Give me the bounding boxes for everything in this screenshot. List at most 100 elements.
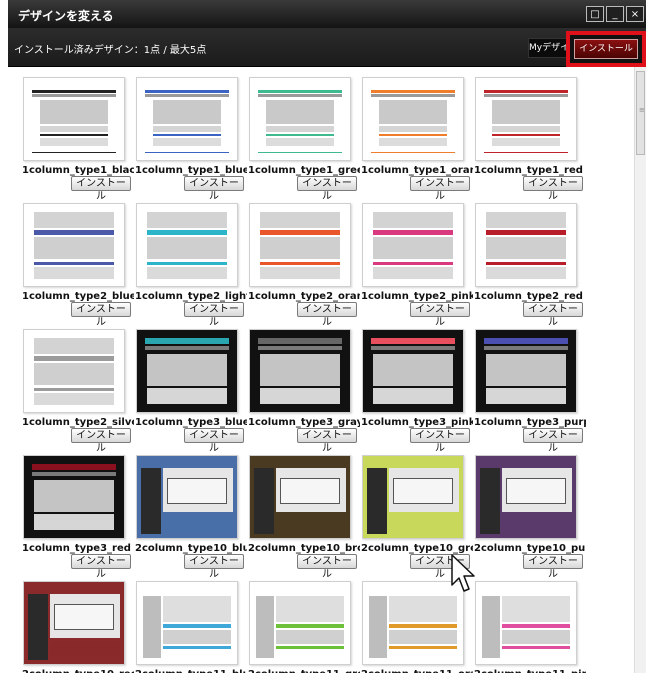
- design-card[interactable]: 1column_type2_red インストール: [473, 203, 585, 328]
- design-thumbnail[interactable]: [136, 77, 238, 161]
- window-title: デザインを変える: [18, 9, 114, 23]
- design-thumbnail[interactable]: [362, 203, 464, 287]
- design-card[interactable]: 1column_type1_green インストール: [247, 77, 360, 202]
- install-button[interactable]: インストール: [523, 302, 583, 328]
- design-name: 2column_type11_blue: [135, 669, 247, 673]
- design-thumbnail[interactable]: [23, 455, 125, 539]
- design-card[interactable]: 1column_type2_silver インストール: [21, 329, 134, 454]
- design-card[interactable]: 2column_type11_greenインストール: [247, 581, 360, 673]
- design-card[interactable]: 1column_type3_red インストール: [21, 455, 133, 580]
- design-name: 1column_type2_blue: [22, 291, 134, 302]
- design-thumbnail[interactable]: [136, 329, 238, 413]
- install-button[interactable]: インストール: [184, 176, 244, 202]
- install-button[interactable]: インストール: [523, 428, 583, 454]
- design-thumbnail[interactable]: [136, 455, 238, 539]
- design-card[interactable]: 1column_type2_pink インストール: [360, 203, 473, 328]
- install-button[interactable]: インストール: [184, 554, 244, 580]
- design-card[interactable]: 2column_type10_purpleインストール: [473, 455, 586, 580]
- design-card[interactable]: 2column_type10_blue インストール: [134, 455, 247, 580]
- design-thumbnail[interactable]: [136, 203, 238, 287]
- design-card[interactable]: 1column_type1_orangeインストール: [360, 77, 473, 202]
- install-button[interactable]: インストール: [71, 302, 131, 328]
- title-bar[interactable]: デザインを変える □ _ ×: [8, 0, 646, 28]
- design-thumbnail[interactable]: [23, 329, 125, 413]
- design-card[interactable]: 1column_type1_blue インストール: [134, 77, 247, 202]
- design-name: 2column_type10_red: [22, 669, 134, 673]
- install-button[interactable]: インストール: [184, 428, 244, 454]
- install-button[interactable]: インストール: [297, 554, 357, 580]
- mouse-pointer-icon: [451, 554, 475, 592]
- design-card[interactable]: 2column_type10_brownインストール: [247, 455, 360, 580]
- design-card[interactable]: 1column_type2_orangeインストール: [247, 203, 360, 328]
- design-card[interactable]: 1column_type3_blue インストール: [134, 329, 247, 454]
- design-name: 2column_type11_green: [248, 669, 360, 673]
- design-thumbnail[interactable]: [249, 329, 351, 413]
- design-name: 1column_type1_black: [22, 165, 134, 176]
- restore-button[interactable]: □: [586, 6, 604, 22]
- install-button[interactable]: インストール: [410, 428, 470, 454]
- minimize-button[interactable]: _: [606, 6, 624, 22]
- design-card[interactable]: 1column_type1_red インストール: [473, 77, 585, 202]
- design-card[interactable]: 2column_type10_redインストール: [21, 581, 134, 673]
- design-card[interactable]: 1column_type2_blue インストール: [21, 203, 134, 328]
- design-name: 1column_type2_orange: [248, 291, 360, 302]
- design-card[interactable]: 1column_type3_gray インストール: [247, 329, 360, 454]
- design-thumbnail[interactable]: [249, 581, 351, 665]
- installed-count-text: インストール済みデザイン：1点 / 最大5点: [14, 45, 207, 56]
- design-name: 1column_type2_lightblue: [135, 291, 247, 302]
- install-status-bar: インストール済みデザイン：1点 / 最大5点 Myデザイン インストール: [8, 28, 646, 67]
- install-button[interactable]: インストール: [297, 176, 357, 202]
- tab-install[interactable]: インストール: [574, 39, 638, 59]
- design-thumbnail[interactable]: [475, 77, 577, 161]
- install-button[interactable]: インストール: [184, 302, 244, 328]
- design-card[interactable]: 1column_type1_black インストール: [21, 77, 134, 202]
- design-thumbnail[interactable]: [475, 329, 577, 413]
- design-thumbnail[interactable]: [475, 581, 577, 665]
- design-card[interactable]: 2column_type11_blueインストール: [134, 581, 247, 673]
- install-button[interactable]: インストール: [523, 176, 583, 202]
- design-thumbnail[interactable]: [475, 203, 577, 287]
- design-thumbnail[interactable]: [249, 77, 351, 161]
- design-card[interactable]: 1column_type2_lightblueインストール: [134, 203, 247, 328]
- design-name: 1column_type2_red: [474, 291, 583, 302]
- design-thumbnail[interactable]: [249, 203, 351, 287]
- design-thumbnail[interactable]: [362, 455, 464, 539]
- scrollbar-thumb[interactable]: ≡: [636, 71, 645, 155]
- install-button[interactable]: インストール: [410, 302, 470, 328]
- install-button[interactable]: インストール: [297, 302, 357, 328]
- design-name: 2column_type10_brown: [248, 543, 360, 554]
- design-thumbnail[interactable]: [136, 581, 238, 665]
- design-name: 1column_type2_pink: [361, 291, 473, 302]
- design-thumbnail[interactable]: [475, 455, 577, 539]
- install-button[interactable]: インストール: [71, 176, 131, 202]
- design-thumbnail[interactable]: [362, 77, 464, 161]
- grip-icon: ≡: [639, 106, 645, 114]
- install-button[interactable]: インストール: [71, 554, 131, 580]
- vertical-scrollbar[interactable]: ≡: [634, 67, 646, 673]
- design-name: 1column_type3_pink: [361, 417, 473, 428]
- install-button[interactable]: インストール: [297, 428, 357, 454]
- design-name: 1column_type3_purple: [474, 417, 586, 428]
- design-grid: 1column_type1_black インストール 1column_type1_…: [8, 67, 634, 673]
- design-card[interactable]: 1column_type3_purpleインストール: [473, 329, 586, 454]
- design-thumbnail[interactable]: [23, 77, 125, 161]
- install-tab-highlight: インストール: [566, 31, 646, 67]
- design-thumbnail[interactable]: [23, 203, 125, 287]
- install-button[interactable]: インストール: [71, 428, 131, 454]
- design-name: 1column_type3_gray: [248, 417, 360, 428]
- design-name: 1column_type1_orange: [361, 165, 473, 176]
- design-name: 2column_type11_orange: [361, 669, 473, 673]
- design-thumbnail[interactable]: [362, 329, 464, 413]
- design-name: 1column_type1_green: [248, 165, 360, 176]
- install-button[interactable]: インストール: [523, 554, 583, 580]
- design-card[interactable]: 1column_type3_pink インストール: [360, 329, 473, 454]
- design-thumbnail[interactable]: [23, 581, 125, 665]
- design-card[interactable]: 2column_type11_pinkインストール: [473, 581, 586, 673]
- close-button[interactable]: ×: [626, 6, 644, 22]
- install-button[interactable]: インストール: [410, 176, 470, 202]
- design-name: 2column_type11_pink: [474, 669, 586, 673]
- design-name: 1column_type3_blue: [135, 417, 247, 428]
- design-name: 1column_type1_blue: [135, 165, 247, 176]
- design-change-window: デザインを変える □ _ × インストール済みデザイン：1点 / 最大5点 My…: [8, 0, 646, 673]
- design-thumbnail[interactable]: [249, 455, 351, 539]
